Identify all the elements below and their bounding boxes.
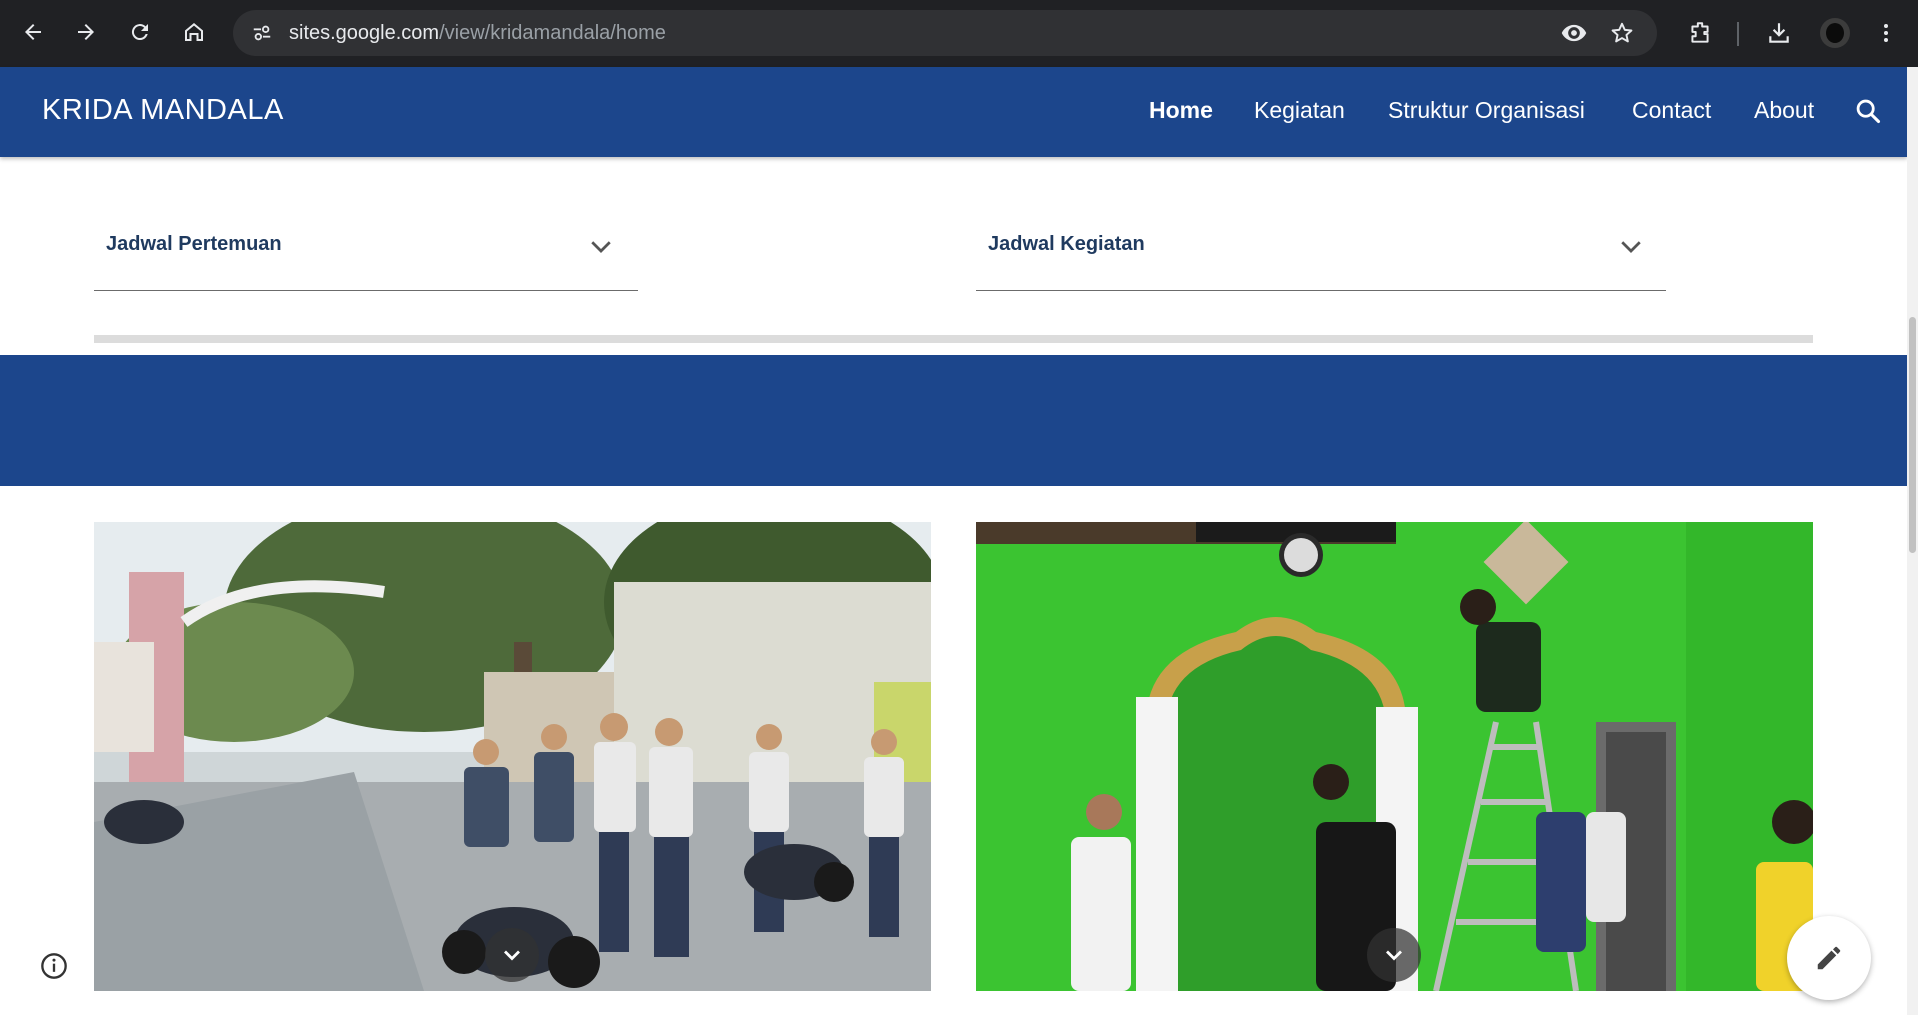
eye-icon[interactable] (1559, 18, 1589, 48)
download-icon[interactable] (1759, 13, 1799, 53)
chevron-down-icon[interactable] (1616, 231, 1646, 261)
address-bar[interactable]: sites.google.com/view/kridamandala/home (233, 10, 1657, 56)
section-divider (94, 335, 1813, 343)
collapsible-jadwal-kegiatan[interactable]: Jadwal Kegiatan (976, 205, 1666, 291)
blue-banner-section (0, 355, 1907, 486)
chevron-down-icon[interactable] (485, 928, 539, 982)
edit-page-button[interactable] (1787, 916, 1871, 1000)
home-icon[interactable] (174, 12, 214, 52)
street-gathering-photo[interactable] (94, 522, 931, 991)
extensions-icon[interactable] (1680, 13, 1720, 53)
nav-home[interactable]: Home (1149, 67, 1213, 153)
nav-contact[interactable]: Contact (1632, 67, 1711, 153)
reload-icon[interactable] (120, 12, 160, 52)
site-info-icon[interactable] (247, 18, 277, 48)
back-icon[interactable] (13, 12, 53, 52)
search-icon[interactable] (1850, 93, 1886, 129)
pencil-icon (1814, 943, 1844, 973)
collapsible-label: Jadwal Pertemuan (106, 233, 282, 255)
scrollbar-thumb[interactable] (1909, 317, 1916, 553)
collapsible-jadwal-pertemuan[interactable]: Jadwal Pertemuan (94, 205, 638, 291)
collapsible-label: Jadwal Kegiatan (988, 233, 1145, 255)
site-header: KRIDA MANDALA Home Kegiatan Struktur Org… (0, 67, 1907, 157)
nav-kegiatan[interactable]: Kegiatan (1254, 67, 1345, 153)
url-text[interactable]: sites.google.com/view/kridamandala/home (289, 10, 666, 56)
chevron-down-icon[interactable] (1367, 928, 1421, 982)
browser-toolbar: sites.google.com/view/kridamandala/home (0, 0, 1918, 67)
nav-about[interactable]: About (1754, 67, 1814, 153)
menu-dots-icon[interactable] (1866, 13, 1906, 53)
star-icon[interactable] (1607, 18, 1637, 48)
mosque-cleaning-photo[interactable] (976, 522, 1813, 991)
profile-avatar[interactable] (1820, 18, 1850, 48)
info-icon[interactable] (38, 950, 70, 982)
site-title[interactable]: KRIDA MANDALA (42, 67, 284, 153)
nav-struktur-organisasi[interactable]: Struktur Organisasi (1388, 67, 1585, 153)
forward-icon[interactable] (66, 12, 106, 52)
chevron-down-icon[interactable] (586, 231, 616, 261)
toolbar-separator (1737, 22, 1739, 46)
